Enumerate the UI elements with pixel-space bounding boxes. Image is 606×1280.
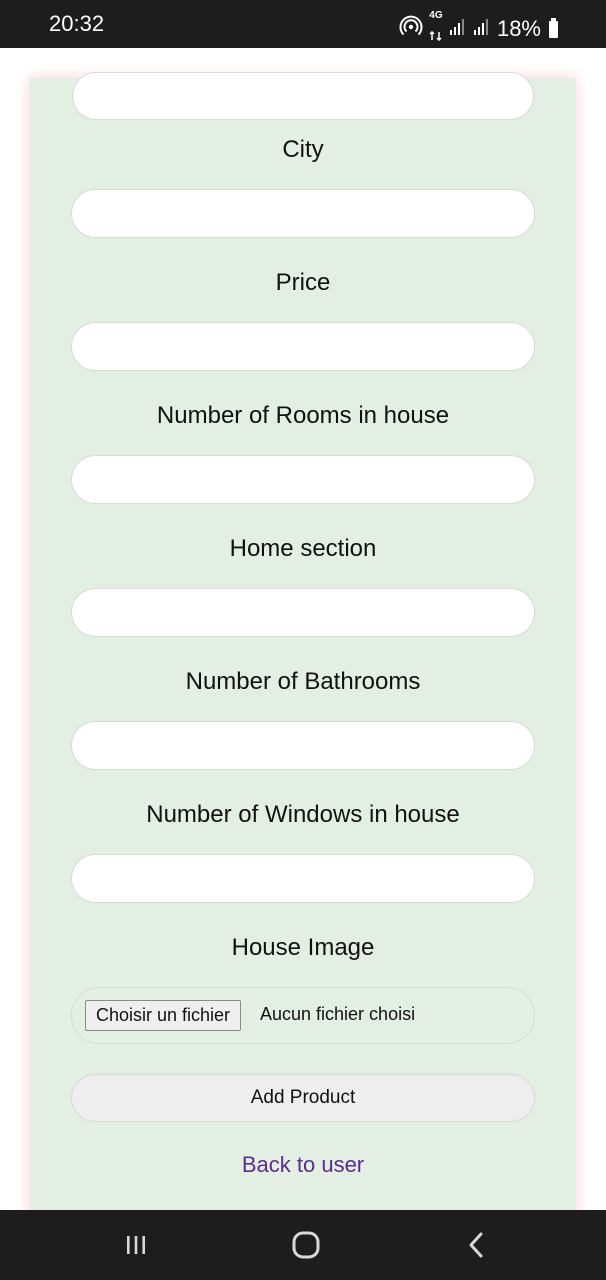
file-status-text: Aucun fichier choisi (260, 1004, 416, 1024)
signal-icon (449, 16, 467, 42)
add-product-button[interactable]: Add Product (71, 1074, 535, 1122)
back-icon[interactable] (456, 1228, 496, 1262)
city-label: City (282, 136, 324, 163)
status-bar: 20:32 4G 18% (0, 0, 606, 48)
network-label: 4G (429, 10, 443, 21)
battery-percent: 18% (496, 16, 541, 41)
navigation-bar (0, 1210, 606, 1280)
price-label: Price (275, 269, 331, 296)
status-time: 20:32 (49, 11, 105, 36)
windows-label: Number of Windows in house (146, 801, 460, 828)
home-icon[interactable] (286, 1228, 326, 1262)
price-input[interactable] (71, 322, 535, 371)
rooms-label: Number of Rooms in house (156, 402, 450, 429)
hotspot-icon (399, 14, 423, 44)
status-icons: 4G 18% (399, 11, 558, 47)
house-image-label: House Image (231, 934, 375, 961)
network-4g-icon: 4G (429, 11, 443, 47)
rooms-input[interactable] (71, 455, 535, 504)
back-to-user-link[interactable]: Back to user (0, 1152, 606, 1178)
windows-input[interactable] (71, 854, 535, 903)
city-input[interactable] (71, 189, 535, 238)
choose-file-button[interactable]: Choisir un fichier (85, 1000, 242, 1031)
battery-icon (549, 17, 558, 38)
previous-field-input[interactable] (72, 72, 534, 120)
recent-apps-icon[interactable] (116, 1228, 156, 1262)
home-section-label: Home section (229, 535, 377, 562)
home-section-input[interactable] (71, 588, 535, 637)
signal-icon (473, 16, 491, 42)
bathrooms-label: Number of Bathrooms (185, 668, 421, 695)
bathrooms-input[interactable] (71, 721, 535, 770)
house-image-file-input[interactable]: Choisir un fichier Aucun fichier choisi (71, 987, 535, 1044)
